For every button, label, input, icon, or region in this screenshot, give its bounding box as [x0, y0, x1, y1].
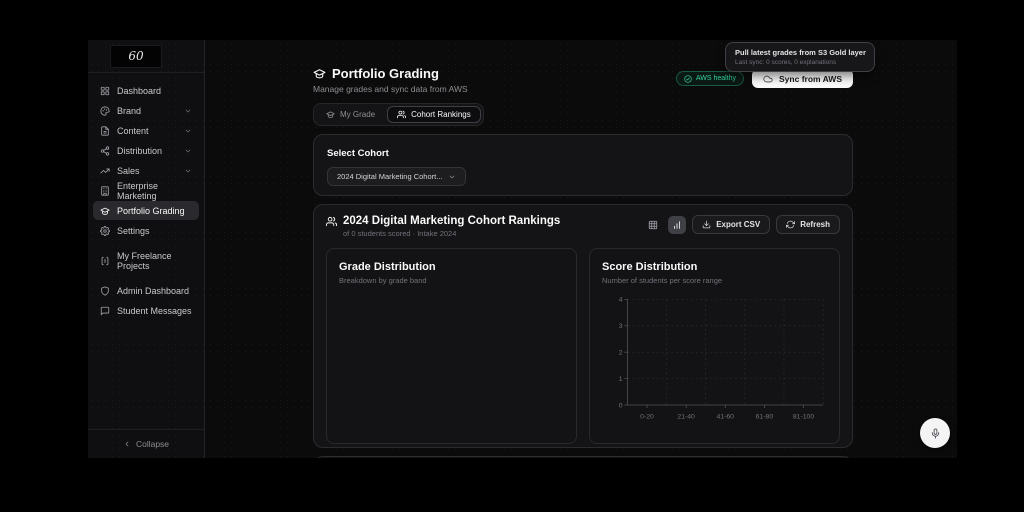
table-view-button[interactable]	[644, 216, 662, 234]
table-icon	[648, 220, 658, 230]
page-subtitle: Manage grades and sync data from AWS	[313, 84, 468, 94]
chevron-left-icon	[123, 440, 131, 448]
toast-title: Pull latest grades from S3 Gold layer	[735, 48, 865, 57]
chevron-down-icon	[184, 167, 192, 175]
cohort-rankings-card: 2024 Digital Marketing Cohort Rankings o…	[313, 204, 853, 448]
collapse-label: Collapse	[136, 439, 169, 449]
page-title: Portfolio Grading	[332, 66, 439, 81]
main-content: Pull latest grades from S3 Gold layer La…	[205, 40, 957, 458]
sidebar-item-distribution[interactable]: Distribution	[93, 141, 199, 160]
select-cohort-card: Select Cohort 2024 Digital Marketing Coh…	[313, 134, 853, 196]
sidebar-header: 60	[88, 40, 204, 73]
collapse-button[interactable]: Collapse	[88, 429, 204, 458]
shield-icon	[100, 286, 110, 296]
grid-icon	[100, 86, 110, 96]
graduation-cap-icon	[326, 110, 335, 119]
sidebar-item-brand[interactable]: Brand	[93, 101, 199, 120]
aws-health-label: AWS healthy	[696, 75, 736, 82]
palette-icon	[100, 106, 110, 116]
select-cohort-label: Select Cohort	[327, 148, 839, 159]
content-column: Portfolio Grading Manage grades and sync…	[313, 40, 853, 458]
svg-text:1: 1	[619, 376, 623, 383]
sidebar-item-settings[interactable]: Settings	[93, 221, 199, 240]
sidebar-item-sales[interactable]: Sales	[93, 161, 199, 180]
chevron-down-icon	[448, 173, 456, 181]
users-icon	[326, 216, 337, 227]
tab-my-grade[interactable]: My Grade	[316, 106, 385, 123]
check-circle-icon	[684, 75, 692, 83]
mic-icon	[930, 428, 941, 439]
graduation-cap-icon	[100, 206, 110, 216]
svg-text:41-60: 41-60	[717, 414, 735, 421]
cohort-select-value: 2024 Digital Marketing Cohort...	[337, 172, 442, 181]
bar-chart-icon	[672, 220, 682, 230]
app-logo[interactable]: 60	[110, 45, 162, 68]
svg-text:81-100: 81-100	[793, 414, 814, 421]
svg-text:0-20: 0-20	[640, 414, 654, 421]
grade-chart-subtitle: Breakdown by grade band	[339, 276, 564, 285]
gear-icon	[100, 226, 110, 236]
grade-distribution-card: Grade Distribution Breakdown by grade ba…	[326, 248, 577, 444]
partial-bottom-card	[313, 456, 853, 458]
sidebar-item-student-messages[interactable]: Student Messages	[93, 301, 199, 320]
svg-text:2: 2	[619, 349, 623, 356]
chart-view-button[interactable]	[668, 216, 686, 234]
rankings-subtitle: of 0 students scored · Intake 2024	[343, 229, 560, 238]
chevron-down-icon	[184, 107, 192, 115]
app-logo-text: 60	[128, 49, 143, 63]
toast-subtitle: Last sync: 0 scores, 0 explanations	[735, 59, 865, 66]
download-icon	[702, 220, 711, 229]
rankings-title: 2024 Digital Marketing Cohort Rankings	[343, 215, 560, 227]
cohort-select[interactable]: 2024 Digital Marketing Cohort...	[327, 167, 466, 186]
sidebar-item-dashboard[interactable]: Dashboard	[93, 81, 199, 100]
svg-text:61-80: 61-80	[756, 414, 774, 421]
brackets-icon	[100, 256, 110, 266]
sync-toast: Pull latest grades from S3 Gold layer La…	[725, 42, 875, 72]
chevron-down-icon	[184, 127, 192, 135]
score-distribution-chart: 0 1 2 3 4 0-20 21-40 41-60 61-80 81-100	[602, 293, 827, 431]
sidebar-item-portfolio-grading[interactable]: Portfolio Grading	[93, 201, 199, 220]
file-text-icon	[100, 126, 110, 136]
chevron-down-icon	[184, 147, 192, 155]
message-icon	[100, 306, 110, 316]
voice-fab[interactable]	[920, 418, 950, 448]
graduation-cap-icon	[313, 67, 326, 80]
aws-health-badge: AWS healthy	[676, 71, 744, 86]
grade-chart-title: Grade Distribution	[339, 261, 564, 273]
share-icon	[100, 146, 110, 156]
svg-text:3: 3	[619, 323, 623, 330]
svg-text:21-40: 21-40	[677, 414, 695, 421]
sidebar-item-enterprise-marketing[interactable]: Enterprise Marketing	[93, 181, 199, 200]
trending-up-icon	[100, 166, 110, 176]
building-icon	[100, 186, 110, 196]
tab-bar: My GradeCohort Rankings	[313, 103, 484, 126]
tab-cohort-rankings[interactable]: Cohort Rankings	[387, 106, 481, 123]
cloud-icon	[763, 74, 773, 84]
refresh-icon	[786, 220, 795, 229]
sidebar-nav: DashboardBrandContentDistributionSalesEn…	[88, 73, 204, 321]
export-csv-button[interactable]: Export CSV	[692, 215, 770, 234]
svg-text:0: 0	[619, 402, 623, 409]
users-icon	[397, 110, 406, 119]
app-window: 60 DashboardBrandContentDistributionSale…	[88, 40, 957, 458]
sidebar-item-content[interactable]: Content	[93, 121, 199, 140]
score-distribution-card: Score Distribution Number of students pe…	[589, 248, 840, 444]
sidebar-item-my-freelance-projects[interactable]: My Freelance Projects	[93, 251, 199, 270]
refresh-button[interactable]: Refresh	[776, 215, 840, 234]
score-chart-subtitle: Number of students per score range	[602, 276, 827, 285]
svg-text:4: 4	[619, 297, 623, 304]
sidebar-item-admin-dashboard[interactable]: Admin Dashboard	[93, 281, 199, 300]
score-chart-title: Score Distribution	[602, 261, 827, 273]
sidebar: 60 DashboardBrandContentDistributionSale…	[88, 40, 205, 458]
screenshot-canvas: 60 DashboardBrandContentDistributionSale…	[0, 0, 1024, 512]
